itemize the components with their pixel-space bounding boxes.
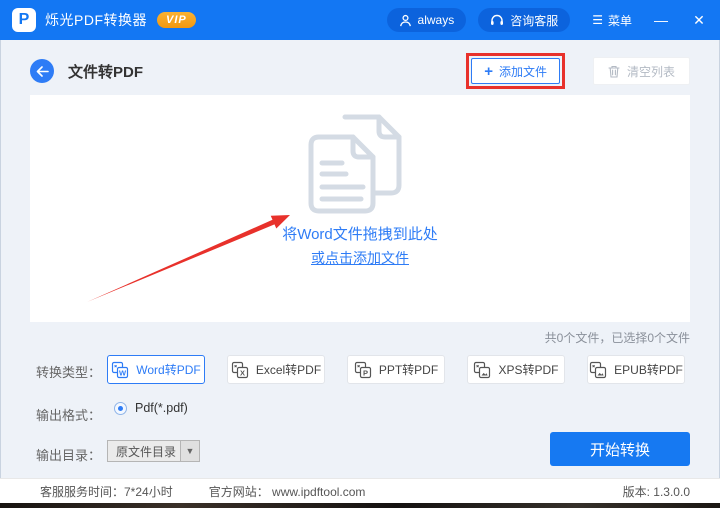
click-to-add-link[interactable]: 或点击添加文件 bbox=[30, 248, 690, 268]
hamburger-icon: ☰ bbox=[592, 13, 603, 27]
drop-zone[interactable]: 将Word文件拖拽到此处 或点击添加文件 bbox=[30, 95, 690, 322]
annotation-highlight-box: + 添加文件 bbox=[466, 53, 565, 89]
minimize-button[interactable]: — bbox=[652, 12, 670, 28]
app-window: P 烁光PDF转换器 VIP always 咨询客服 ☰ 菜单 — ✕ 文件转P… bbox=[0, 0, 720, 508]
clear-list-button[interactable]: 清空列表 bbox=[592, 57, 690, 85]
xps-doc-icon bbox=[474, 361, 491, 378]
type-label: PPT转PDF bbox=[378, 363, 439, 377]
pdf-format-option: Pdf(*.pdf) bbox=[135, 401, 188, 415]
pdf-format-radio[interactable]: Pdf(*.pdf) bbox=[114, 401, 188, 415]
titlebar: P 烁光PDF转换器 VIP always 咨询客服 ☰ 菜单 — ✕ bbox=[0, 0, 720, 40]
app-logo-icon: P bbox=[12, 8, 36, 32]
user-name: always bbox=[417, 13, 455, 27]
back-button[interactable] bbox=[30, 59, 54, 83]
type-epub-to-pdf[interactable]: EPUB转PDF bbox=[587, 355, 685, 384]
convert-type-group: W Word转PDF X Excel转PDF P PPT转PDF XPS转PDF… bbox=[107, 355, 685, 384]
svg-text:W: W bbox=[119, 368, 127, 377]
output-dir-value: 原文件目录 bbox=[116, 444, 177, 459]
start-convert-button[interactable]: 开始转换 bbox=[550, 432, 690, 466]
documents-icon bbox=[308, 114, 402, 214]
arrow-left-icon bbox=[36, 65, 49, 77]
headset-icon bbox=[491, 14, 504, 25]
type-ppt-to-pdf[interactable]: P PPT转PDF bbox=[347, 355, 445, 384]
type-label: XPS转PDF bbox=[498, 363, 559, 377]
footer-bar: 客服服务时间：7*24小时 官方网站： www.ipdftool.com 版本:… bbox=[0, 478, 720, 503]
trash-icon bbox=[608, 65, 620, 78]
service-time-text: 客服服务时间：7*24小时 bbox=[40, 484, 173, 499]
type-word-to-pdf[interactable]: W Word转PDF bbox=[107, 355, 205, 384]
output-format-label: 输出格式： bbox=[36, 408, 102, 423]
svg-text:P: P bbox=[363, 368, 368, 377]
version-text: 版本: 1.3.0.0 bbox=[622, 484, 690, 499]
type-label: Word转PDF bbox=[136, 363, 201, 377]
menu-button[interactable]: ☰ 菜单 bbox=[592, 12, 632, 29]
type-label: Excel转PDF bbox=[255, 363, 322, 377]
ppt-doc-icon: P bbox=[354, 361, 371, 378]
type-excel-to-pdf[interactable]: X Excel转PDF bbox=[227, 355, 325, 384]
app-title: 烁光PDF转换器 bbox=[45, 12, 147, 28]
page-header: 文件转PDF + 添加文件 清空列表 bbox=[30, 52, 690, 90]
type-xps-to-pdf[interactable]: XPS转PDF bbox=[467, 355, 565, 384]
official-website-text: 官方网站： www.ipdftool.com bbox=[208, 484, 366, 499]
customer-service-label: 咨询客服 bbox=[510, 13, 559, 28]
svg-text:X: X bbox=[240, 368, 245, 377]
add-file-button[interactable]: + 添加文件 bbox=[471, 58, 560, 84]
chevron-down-icon: ▼ bbox=[180, 441, 199, 461]
plus-icon: + bbox=[484, 62, 493, 80]
user-account-button[interactable]: always bbox=[386, 8, 467, 32]
excel-doc-icon: X bbox=[231, 361, 248, 378]
menu-label: 菜单 bbox=[607, 13, 632, 28]
radio-selected-icon bbox=[114, 401, 127, 415]
desktop-background-strip bbox=[0, 503, 720, 508]
file-count-status: 共0个文件，已选择0个文件 bbox=[544, 331, 690, 345]
page-title: 文件转PDF bbox=[68, 63, 144, 81]
clear-list-label: 清空列表 bbox=[626, 64, 675, 79]
user-icon bbox=[399, 14, 411, 26]
output-dir-label: 输出目录： bbox=[36, 448, 102, 463]
convert-type-label: 转换类型： bbox=[36, 365, 102, 380]
drop-hint-text: 将Word文件拖拽到此处 bbox=[282, 226, 438, 243]
close-button[interactable]: ✕ bbox=[690, 12, 708, 29]
type-label: EPUB转PDF bbox=[614, 363, 683, 377]
epub-doc-icon bbox=[590, 361, 607, 378]
output-dir-dropdown[interactable]: 原文件目录 ▼ bbox=[107, 440, 200, 462]
customer-service-button[interactable]: 咨询客服 bbox=[478, 8, 571, 32]
add-file-label: 添加文件 bbox=[498, 64, 547, 79]
vip-badge: VIP bbox=[157, 12, 196, 28]
word-doc-icon: W bbox=[112, 361, 129, 378]
